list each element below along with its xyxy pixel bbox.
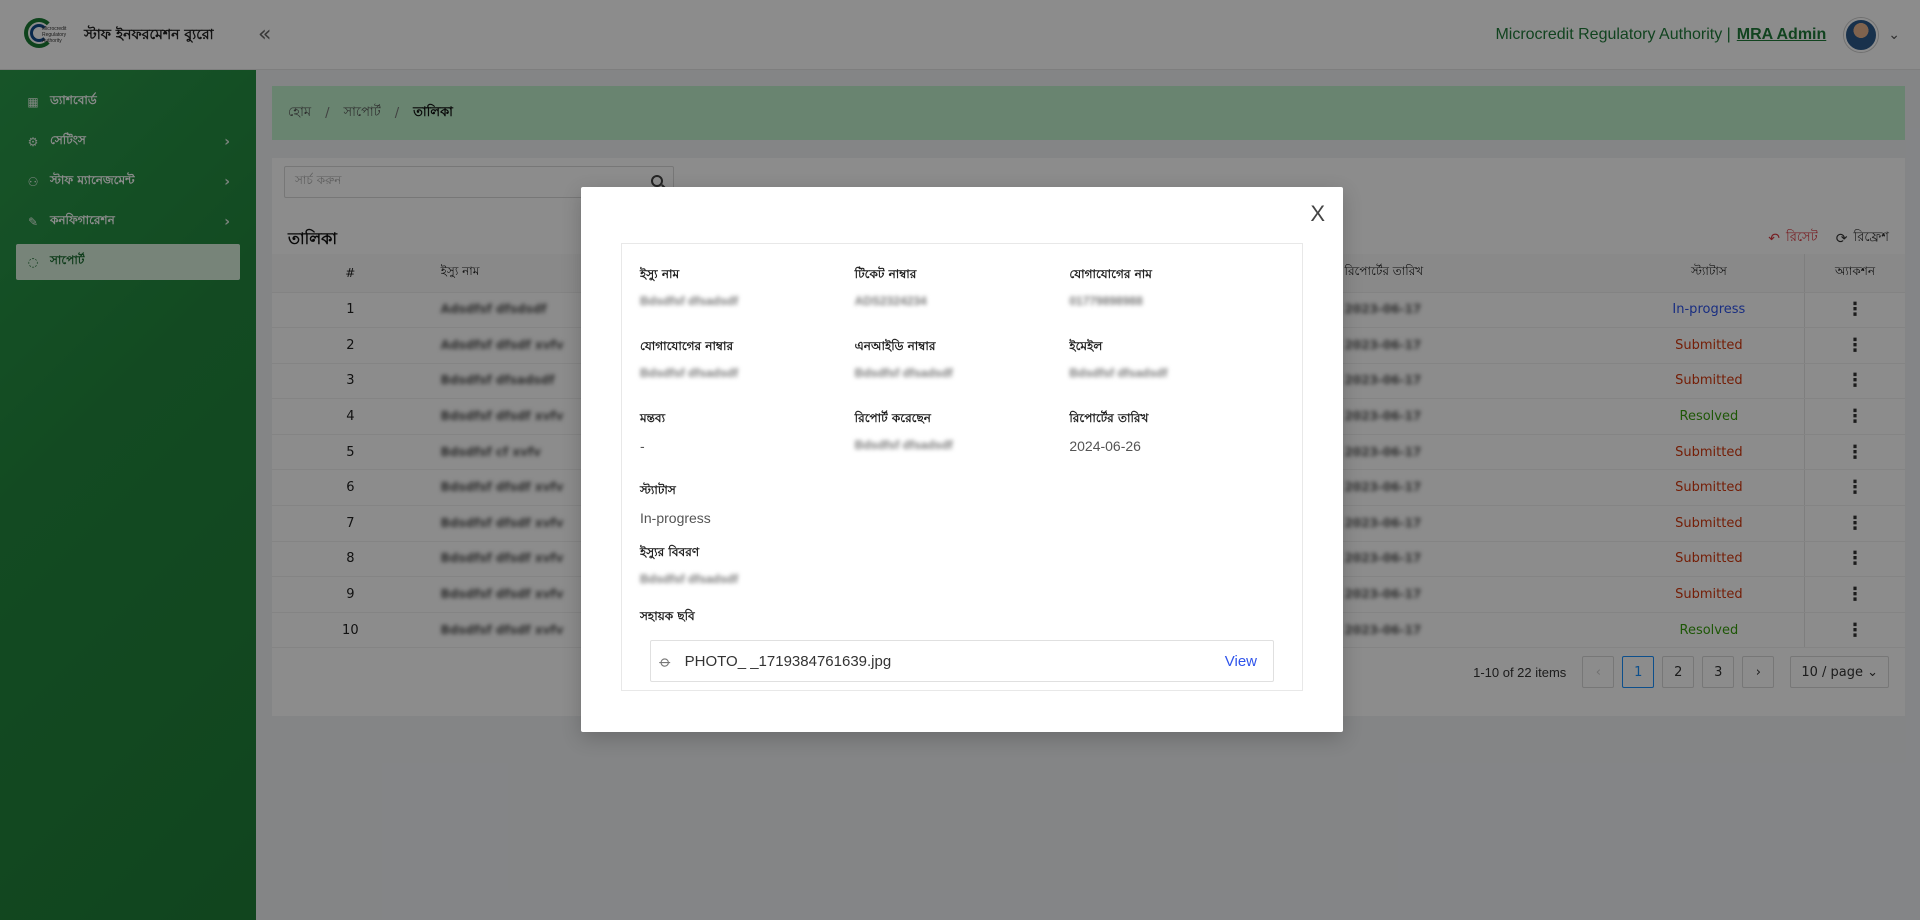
field-value: 01779898988 bbox=[1069, 294, 1143, 308]
field-value: Bdsdfsf dfsadsdf bbox=[640, 294, 739, 308]
field-label: রিপোর্ট করেছেন bbox=[854, 411, 931, 425]
field-value: Bdsdfsf dfsadsdf bbox=[854, 438, 953, 452]
field-value: 2024-06-26 bbox=[1069, 438, 1141, 454]
field-value: Bdsdfsf dfsadsdf bbox=[1069, 366, 1168, 380]
field-ticket-number: টিকেট নাম্বার ADS2324234 bbox=[855, 266, 1070, 338]
close-icon[interactable]: X bbox=[1310, 201, 1325, 227]
field-label: এনআইডি নাম্বার bbox=[854, 339, 936, 353]
view-attachment-link[interactable]: View bbox=[1225, 653, 1257, 670]
field-label: স্ট্যাটাস bbox=[640, 483, 676, 497]
field-label: ইস্যুর বিবরণ bbox=[640, 545, 700, 559]
field-value: ADS2324234 bbox=[854, 294, 927, 308]
field-label: টিকেট নাম্বার bbox=[854, 267, 917, 281]
field-issue-description: ইস্যুর বিবরণ Bdsdfsf dfsadsdf bbox=[640, 544, 862, 606]
attachment-filename: PHOTO_ _1719384761639.jpg bbox=[684, 652, 892, 670]
support-detail-modal: X ইস্যু নাম Bdsdfsf dfsadsdf টিকেট নাম্বা… bbox=[581, 187, 1343, 732]
field-comment: মন্তব্য - bbox=[640, 410, 855, 482]
field-report-date: রিপোর্টের তারিখ 2024-06-26 bbox=[1069, 410, 1284, 482]
attachment-item: ⌀ PHOTO_ _1719384761639.jpg View bbox=[650, 640, 1274, 682]
field-value: Bdsdfsf dfsadsdf bbox=[854, 366, 953, 380]
field-issue-name: ইস্যু নাম Bdsdfsf dfsadsdf bbox=[640, 266, 855, 338]
field-nid-number: এনআইডি নাম্বার Bdsdfsf dfsadsdf bbox=[855, 338, 1070, 410]
field-reported-by: রিপোর্ট করেছেন Bdsdfsf dfsadsdf bbox=[855, 410, 1070, 482]
detail-box: ইস্যু নাম Bdsdfsf dfsadsdf টিকেট নাম্বার A… bbox=[621, 243, 1303, 691]
paperclip-icon: ⌀ bbox=[655, 650, 676, 672]
field-value: Bdsdfsf dfsadsdf bbox=[640, 366, 739, 380]
supporting-image-label: সহায়ক ছবি bbox=[640, 609, 695, 623]
field-value: - bbox=[640, 438, 645, 454]
field-contact-number: যোগাযোগের নাম্বার Bdsdfsf dfsadsdf bbox=[640, 338, 855, 410]
field-label: যোগাযোগের নাম bbox=[1069, 267, 1152, 281]
field-value: In-progress bbox=[640, 510, 711, 526]
field-email: ইমেইল Bdsdfsf dfsadsdf bbox=[1069, 338, 1284, 410]
field-contact-name: যোগাযোগের নাম 01779898988 bbox=[1069, 266, 1284, 338]
field-label: মন্তব্য bbox=[640, 411, 666, 425]
field-value: Bdsdfsf dfsadsdf bbox=[640, 572, 739, 586]
field-label: ইমেইল bbox=[1069, 339, 1103, 353]
field-label: যোগাযোগের নাম্বার bbox=[640, 339, 734, 353]
field-label: রিপোর্টের তারিখ bbox=[1069, 411, 1149, 425]
field-label: ইস্যু নাম bbox=[640, 267, 680, 281]
field-status: স্ট্যাটাস In-progress bbox=[640, 482, 862, 544]
